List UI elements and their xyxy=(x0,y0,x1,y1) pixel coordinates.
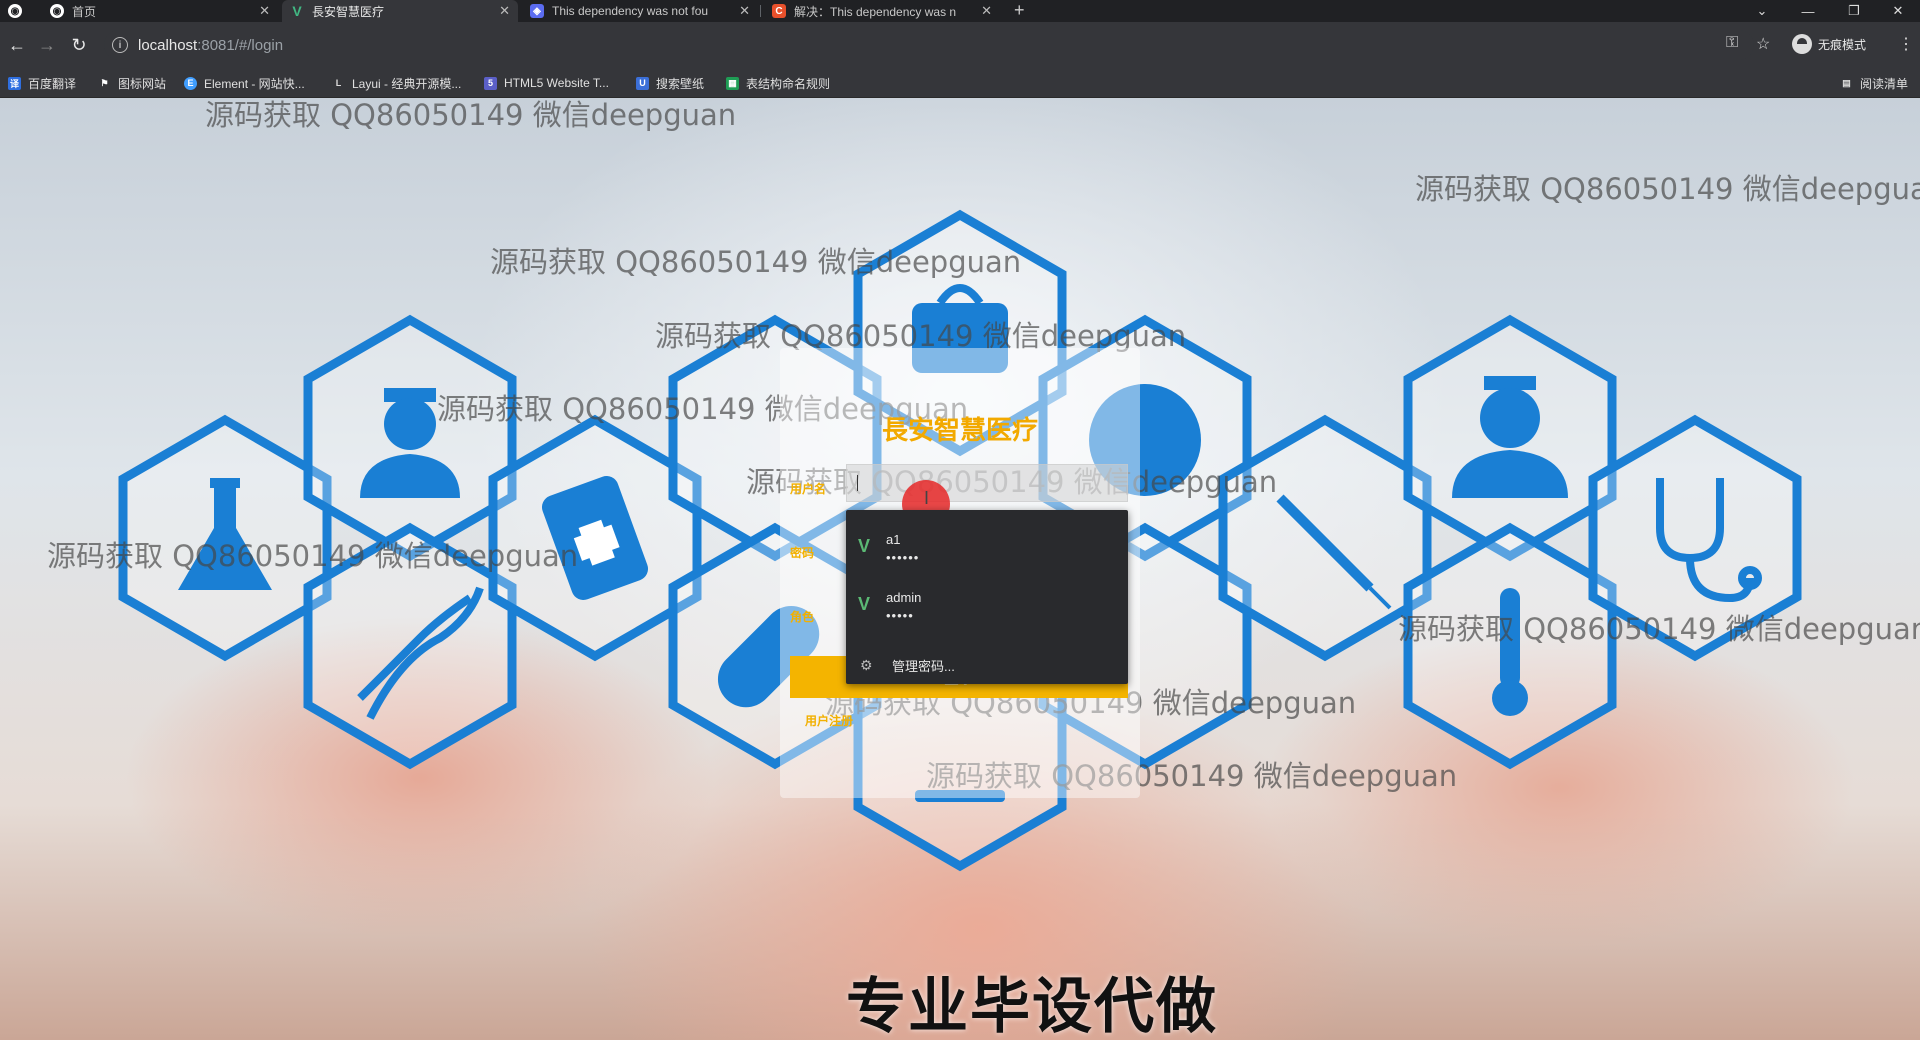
autofill-username: a1 xyxy=(886,532,901,547)
gear-icon: ⚙ xyxy=(860,656,873,673)
tab-strip: ◉ ◉ 首页 ✕ V 長安智慧医疗 ✕ ◈ This dependency wa… xyxy=(0,0,1920,22)
autofill-password: •••••• xyxy=(886,550,920,565)
bookmark-label: HTML5 Website T... xyxy=(504,76,609,90)
tab-search-icon[interactable]: ⌄ xyxy=(1740,0,1784,22)
password-autofill-dropdown: V a1 •••••• V admin ••••• ⚙ 管理密码... xyxy=(846,510,1128,684)
tab-dependency[interactable]: ◈ This dependency was not fou ✕ xyxy=(522,0,758,22)
restore-button[interactable]: ❐ xyxy=(1832,0,1876,22)
bookmark-item[interactable]: E Element - 网站快... xyxy=(184,68,305,98)
bookmark-label: 图标网站 xyxy=(118,76,167,91)
tab-title: This dependency was not fou xyxy=(552,4,709,18)
globe-icon: ◉ xyxy=(50,4,64,18)
url-text: localhost:8081/#/login xyxy=(138,37,283,54)
browser-menu-icon[interactable]: ◉ xyxy=(0,0,40,22)
register-link[interactable]: 用户注册 xyxy=(805,712,853,729)
tab-title: 解决：This dependency was n xyxy=(794,4,957,19)
profile-label: 无痕模式 xyxy=(1818,37,1867,52)
translate-icon: 译 xyxy=(8,76,21,90)
watermark-text: 源码获取 QQ86050149 微信deepguan xyxy=(47,539,579,573)
more-menu-icon[interactable]: ⋮ xyxy=(1898,34,1914,54)
vue-icon: V xyxy=(858,536,871,556)
close-icon[interactable]: ✕ xyxy=(259,3,270,19)
csdn-icon: C xyxy=(772,4,786,18)
address-bar[interactable]: i localhost:8081/#/login xyxy=(104,30,1754,60)
bookmark-item[interactable]: ▦ 表结构命名规则 xyxy=(726,68,830,98)
manage-passwords-label: 管理密码... xyxy=(892,658,955,674)
minimize-button[interactable]: — xyxy=(1786,0,1830,22)
tab-title: 長安智慧医疗 xyxy=(312,4,385,19)
close-icon[interactable]: ✕ xyxy=(499,3,510,19)
html5-icon: 5 xyxy=(484,76,497,90)
bookmark-label: 表结构命名规则 xyxy=(746,76,831,91)
layui-icon: L xyxy=(335,78,342,88)
tab-title: 首页 xyxy=(72,4,97,19)
reading-list-icon: ▤ xyxy=(1842,77,1851,88)
forward-button[interactable]: → xyxy=(34,32,60,58)
close-icon[interactable]: ✕ xyxy=(739,3,750,19)
globe-icon: ◉ xyxy=(8,4,22,18)
incognito-profile[interactable]: 无痕模式 xyxy=(1792,34,1866,54)
back-button[interactable]: ← xyxy=(4,32,30,58)
autofill-option[interactable]: V admin ••••• xyxy=(846,578,1128,634)
tab-login[interactable]: V 長安智慧医疗 ✕ xyxy=(282,0,518,22)
bookmark-item[interactable]: 5 HTML5 Website T... xyxy=(484,68,609,98)
bookmarks-bar: 译百度翻译 ⚑ 图标网站 E Element - 网站快... L Layui - 经… xyxy=(0,68,1920,98)
watermark-text: 源码获取 QQ86050149 微信deepguan xyxy=(205,98,737,132)
tab-divider xyxy=(760,5,761,17)
flag-icon: ⚑ xyxy=(100,77,109,88)
manage-passwords-item[interactable]: ⚙ 管理密码... xyxy=(846,650,1128,680)
incognito-icon xyxy=(1792,34,1812,54)
text-caret xyxy=(857,475,858,491)
url-host: localhost xyxy=(138,36,198,54)
promo-banner: 专业毕设代做 xyxy=(846,972,1218,1040)
tab-solution[interactable]: C 解决：This dependency was n ✕ xyxy=(764,0,1000,22)
wallpaper-icon: U xyxy=(636,76,649,90)
star-icon[interactable]: ☆ xyxy=(1756,34,1770,54)
username-label: 用户名 xyxy=(790,482,827,496)
toolbar: ← → ↻ i localhost:8081/#/login ⚿ ☆ 无痕模式 … xyxy=(0,22,1920,68)
autofill-password: ••••• xyxy=(886,608,914,623)
reading-list[interactable]: ▤ 阅读清单 xyxy=(1840,68,1908,98)
sheet-icon: ▦ xyxy=(726,76,739,90)
tab-home[interactable]: ◉ 首页 ✕ xyxy=(42,0,278,22)
reload-button[interactable]: ↻ xyxy=(66,32,92,58)
bookmark-label: 搜索壁纸 xyxy=(656,76,705,91)
url-path: :8081/#/login xyxy=(197,36,284,54)
reading-list-label: 阅读清单 xyxy=(1860,76,1909,91)
password-label: 密码 xyxy=(790,546,815,560)
watermark-text: 源码获取 QQ86050149 微信deepguan xyxy=(1415,172,1920,206)
bookmark-item[interactable]: 译百度翻译 xyxy=(8,68,76,98)
new-tab-button[interactable]: + xyxy=(1014,0,1025,22)
close-icon[interactable]: ✕ xyxy=(981,3,992,19)
bookmark-label: Element - 网站快... xyxy=(204,76,305,91)
doc-icon: ◈ xyxy=(530,4,544,18)
text-cursor-icon: I xyxy=(924,488,930,508)
watermark-text: 源码获取 QQ86050149 微信deepguan xyxy=(490,245,1022,279)
site-info-icon[interactable]: i xyxy=(112,37,128,53)
vue-icon: V xyxy=(292,3,302,19)
autofill-username: admin xyxy=(886,590,922,605)
element-icon: E xyxy=(184,76,197,90)
system-title: 長安智慧医疗 xyxy=(881,416,1038,446)
bookmark-label: 百度翻译 xyxy=(28,76,77,91)
close-window-button[interactable]: ✕ xyxy=(1876,0,1920,22)
role-label: 角色 xyxy=(790,610,815,624)
bookmark-label: Layui - 经典开源模... xyxy=(352,76,462,91)
bookmark-item[interactable]: ⚑ 图标网站 xyxy=(98,68,166,98)
bookmark-item[interactable]: U 搜索壁纸 xyxy=(636,68,704,98)
bookmark-item[interactable]: L Layui - 经典开源模... xyxy=(332,68,462,98)
vue-icon: V xyxy=(858,594,871,614)
autofill-option[interactable]: V a1 •••••• xyxy=(846,520,1128,576)
key-icon[interactable]: ⚿ xyxy=(1726,34,1738,52)
username-input[interactable] xyxy=(846,464,1128,502)
watermark-text: 源码获取 QQ86050149 微信deepguan xyxy=(1398,612,1920,646)
